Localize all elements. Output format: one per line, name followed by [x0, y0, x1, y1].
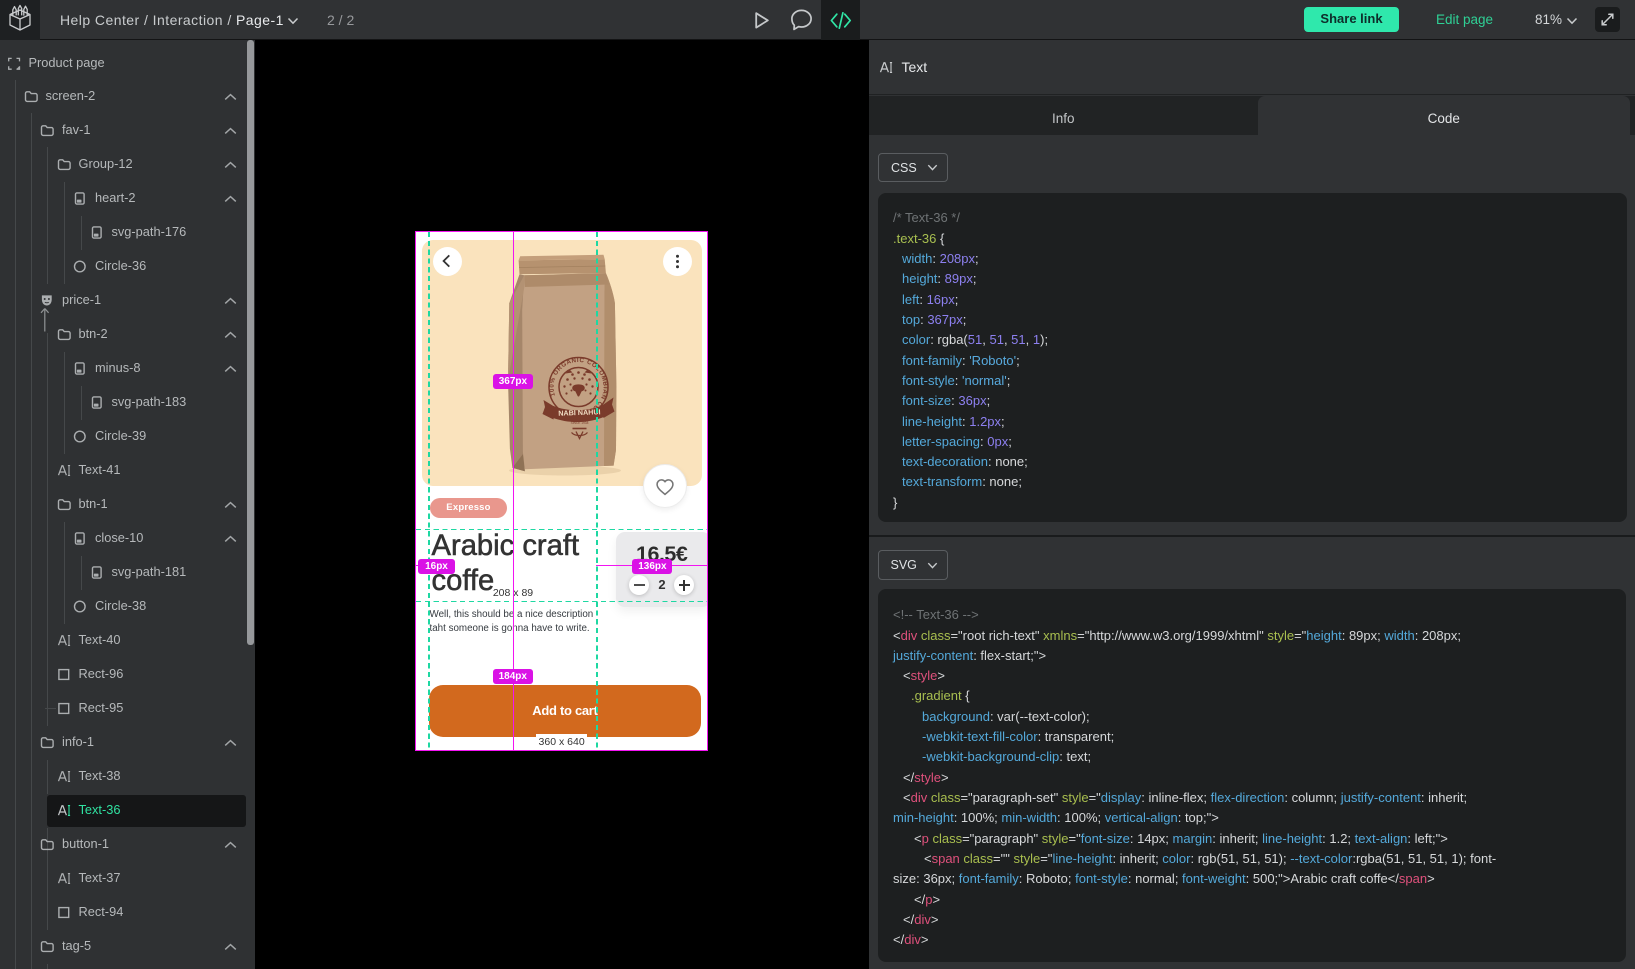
svg-text:SINCE 1938: SINCE 1938 [570, 421, 588, 425]
svg-text:NABI NAHUI: NABI NAHUI [558, 407, 601, 417]
